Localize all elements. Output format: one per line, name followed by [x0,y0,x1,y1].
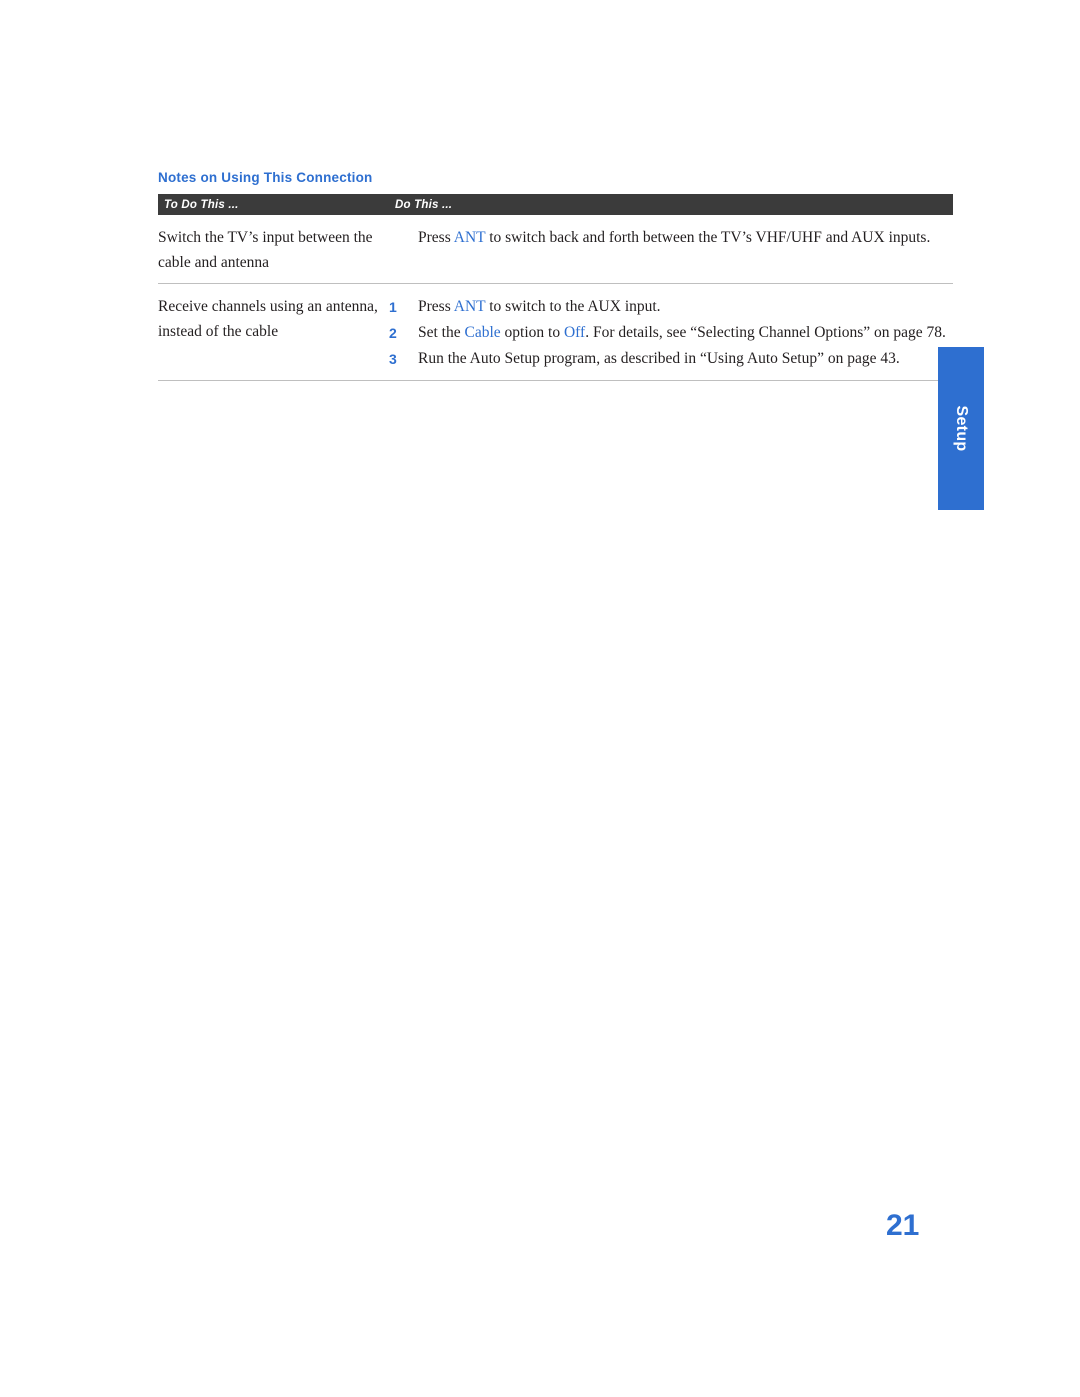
table-row: Switch the TV’s input between the cable … [158,215,953,284]
table-row: Receive channels using an antenna, inste… [158,284,953,381]
document-page: Notes on Using This Connection To Do Thi… [0,0,1080,1397]
step-text: Press ANT to switch to the AUX input. [418,298,661,315]
step-number: 1 [389,299,397,315]
section-tab: Setup [938,347,984,510]
table-column-header-to-do-this: To Do This ... [164,198,239,211]
list-item: 2 Set the Cable option to Off. For detai… [389,320,953,346]
step-number: 2 [389,325,397,341]
table-cell-instructions: Press ANT to switch back and forth betwe… [382,225,953,275]
table-cell-task: Receive channels using an antenna, inste… [158,298,378,340]
list-item: 3 Run the Auto Setup program, as describ… [389,346,953,372]
page-number: 21 [886,1209,920,1242]
step-text: Set the Cable option to Off. For details… [418,324,946,341]
table-column-header-do-this: Do This ... [395,198,453,211]
section-tab-label: Setup [953,405,970,452]
list-item: 1 Press ANT to switch to the AUX input. [389,294,953,320]
table-header-row: To Do This ... Do This ... [158,194,953,215]
step-number: 3 [389,351,397,367]
step-text: Run the Auto Setup program, as described… [418,350,900,367]
instruction-text: Press ANT to switch back and forth betwe… [418,229,931,246]
notes-table: To Do This ... Do This ... Switch the TV… [158,194,953,381]
table-cell-instructions: 1 Press ANT to switch to the AUX input. … [382,294,953,372]
table-cell-task: Switch the TV’s input between the cable … [158,229,373,271]
section-heading: Notes on Using This Connection [158,170,373,185]
